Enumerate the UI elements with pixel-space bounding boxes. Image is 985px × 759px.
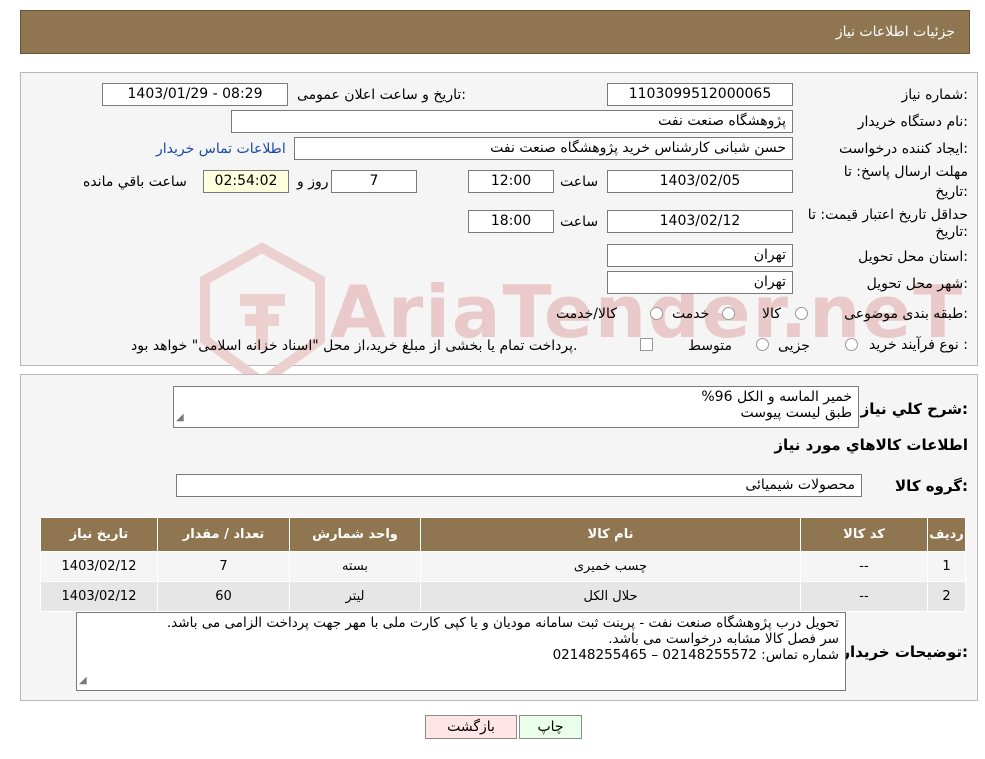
need-number-field: 1103099512000065	[607, 83, 793, 106]
buyer-org-label: نام دستگاه خریدار:	[857, 114, 968, 130]
days-field: 7	[331, 170, 417, 193]
col-qty: تعداد / مقدار	[157, 517, 290, 552]
buyer-notes-line-1: تحویل درب پژوهشگاه صنعت نفت - پرینت ثبت …	[166, 615, 839, 631]
col-unit: واحد شمارش	[289, 517, 421, 552]
buyer-contact-link[interactable]: اطلاعات تماس خریدار	[156, 141, 286, 157]
process-partial-radio[interactable]	[845, 338, 858, 351]
process-note: پرداخت تمام یا بخشی از مبلغ خرید،از محل …	[131, 338, 578, 354]
category-label: طبقه بندی موضوعی:	[844, 306, 968, 322]
buyer-notes-textarea[interactable]: تحویل درب پژوهشگاه صنعت نفت - پرینت ثبت …	[76, 612, 846, 691]
category-service-radio[interactable]	[722, 307, 735, 320]
buyer-notes-line-2: سر فصل کالا مشابه درخواست می باشد.	[608, 631, 839, 647]
process-partial-label: جزیی	[778, 338, 810, 354]
announce-field: 1403/01/29 - 08:29	[102, 83, 288, 106]
cell-date: 1403/02/12	[40, 551, 158, 582]
col-code: کد کالا	[800, 517, 928, 552]
process-medium-radio[interactable]	[756, 338, 769, 351]
need-number-label: شماره نیاز:	[901, 87, 968, 103]
resize-grip-icon[interactable]: ◢	[176, 410, 184, 426]
process-label: نوع فرآیند خرید :	[869, 337, 968, 353]
goods-section-title: اطلاعات کالاهاي مورد نياز	[774, 436, 968, 454]
days-label: روز و	[297, 174, 329, 190]
validity-date-field: 1403/02/12	[607, 210, 793, 233]
page-header: جزئیات اطلاعات نیاز	[20, 10, 970, 54]
back-button[interactable]: بازگشت	[425, 715, 517, 739]
category-both-radio[interactable]	[650, 307, 663, 320]
remaining-time-field: 02:54:02	[203, 170, 289, 193]
cell-qty: 60	[157, 581, 290, 612]
cell-name: حلال الکل	[420, 581, 801, 612]
deadline-label-2: تاریخ:	[935, 184, 968, 200]
category-goods-label: کالا	[762, 306, 781, 322]
deadline-date-field: 1403/02/05	[607, 170, 793, 193]
col-date: تاريخ نياز	[40, 517, 158, 552]
cell-code: --	[800, 581, 928, 612]
cell-date: 1403/02/12	[40, 581, 158, 612]
deadline-label-1: مهلت ارسال پاسخ: تا	[843, 164, 968, 180]
buyer-org-field: پژوهشگاه صنعت نفت	[231, 110, 793, 133]
validity-time-field: 18:00	[468, 210, 554, 233]
col-name: نام کالا	[420, 517, 801, 552]
validity-label-1: حداقل تاریخ اعتبار قیمت: تا	[807, 207, 968, 223]
goods-group-field: محصولات شیمیائی	[176, 474, 862, 497]
cell-code: --	[800, 551, 928, 582]
validity-label-2: تاریخ:	[935, 224, 968, 240]
goods-group-label: گروه کالا:	[895, 477, 968, 495]
page-title: جزئیات اطلاعات نیاز	[835, 24, 955, 40]
category-both-label: کالا/خدمت	[556, 306, 617, 322]
validity-time-label: ساعت	[560, 214, 599, 230]
cell-qty: 7	[157, 551, 290, 582]
city-field: تهران	[607, 271, 793, 294]
requester-field: حسن شبانی کارشناس خرید پژوهشگاه صنعت نفت	[294, 137, 793, 160]
province-label: استان محل تحویل:	[858, 249, 968, 265]
summary-line-1: خمیر الماسه و الکل 96%	[701, 389, 852, 405]
cell-idx: 2	[927, 581, 966, 612]
province-field: تهران	[607, 244, 793, 267]
remaining-label: ساعت باقي مانده	[83, 174, 187, 190]
city-label: شهر محل تحویل:	[866, 276, 968, 292]
cell-name: چسب خمیری	[420, 551, 801, 582]
table-row: 2 -- حلال الکل لیتر 60 1403/02/12	[40, 581, 966, 612]
cell-unit: لیتر	[289, 581, 421, 612]
category-goods-radio[interactable]	[795, 307, 808, 320]
buyer-notes-line-3: شماره تماس: 02148255572 – 02148255465	[552, 647, 839, 663]
watermark-logo	[195, 240, 330, 390]
buyer-notes-label: توضیحات خریدار:	[841, 643, 968, 661]
announce-label: تاریخ و ساعت اعلان عمومی:	[297, 87, 466, 103]
goods-table-header: رديف کد کالا نام کالا واحد شمارش تعداد /…	[40, 517, 966, 552]
col-idx: رديف	[927, 517, 966, 552]
requester-label: ایجاد کننده درخواست:	[839, 141, 968, 157]
resize-grip-icon[interactable]: ◢	[79, 673, 87, 689]
treasury-checkbox[interactable]	[640, 338, 653, 351]
summary-line-2: طبق لیست پیوست	[740, 405, 852, 421]
deadline-time-field: 12:00	[468, 170, 554, 193]
goods-table: رديف کد کالا نام کالا واحد شمارش تعداد /…	[40, 517, 966, 612]
summary-label: شرح کلي نياز:	[860, 400, 968, 418]
category-service-label: خدمت	[672, 306, 710, 322]
table-row: 1 -- چسب خمیری بسته 7 1403/02/12	[40, 551, 966, 582]
cell-idx: 1	[927, 551, 966, 582]
cell-unit: بسته	[289, 551, 421, 582]
deadline-time-label: ساعت	[560, 174, 599, 190]
summary-textarea[interactable]: خمیر الماسه و الکل 96% طبق لیست پیوست ◢	[173, 386, 859, 428]
process-medium-label: متوسط	[688, 338, 732, 354]
print-button[interactable]: چاپ	[519, 715, 582, 739]
